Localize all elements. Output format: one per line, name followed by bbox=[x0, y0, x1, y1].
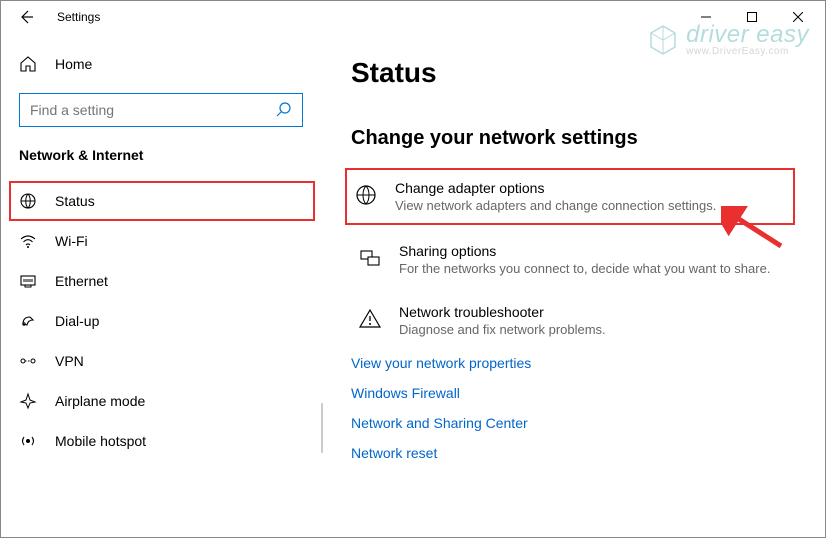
page-title: Status bbox=[351, 57, 795, 89]
window-title: Settings bbox=[57, 10, 100, 24]
option-desc: Diagnose and fix network problems. bbox=[399, 322, 606, 337]
sidebar-item-ethernet[interactable]: Ethernet bbox=[1, 261, 321, 301]
wifi-icon bbox=[19, 232, 37, 250]
link-network-reset[interactable]: Network reset bbox=[351, 445, 795, 461]
sidebar-item-label: Status bbox=[55, 193, 95, 209]
sidebar-item-label: VPN bbox=[55, 353, 84, 369]
sidebar-item-label: Ethernet bbox=[55, 273, 108, 289]
link-network-sharing-center[interactable]: Network and Sharing Center bbox=[351, 415, 795, 431]
option-change-adapter[interactable]: Change adapter options View network adap… bbox=[345, 168, 795, 225]
close-button[interactable] bbox=[775, 1, 821, 33]
minimize-button[interactable] bbox=[683, 1, 729, 33]
scroll-indicator[interactable] bbox=[321, 403, 323, 453]
option-label: Sharing options bbox=[399, 243, 770, 259]
ethernet-icon bbox=[19, 272, 37, 290]
home-nav[interactable]: Home bbox=[1, 47, 321, 81]
sidebar-item-wifi[interactable]: Wi-Fi bbox=[1, 221, 321, 261]
status-icon bbox=[19, 192, 37, 210]
sidebar-item-status[interactable]: Status bbox=[9, 181, 315, 221]
main-content: Status Change your network settings Chan… bbox=[321, 33, 825, 537]
option-sharing[interactable]: Sharing options For the networks you con… bbox=[351, 233, 795, 286]
sidebar-item-vpn[interactable]: VPN bbox=[1, 341, 321, 381]
sidebar-item-label: Dial-up bbox=[55, 313, 99, 329]
sidebar-item-label: Airplane mode bbox=[55, 393, 145, 409]
option-desc: View network adapters and change connect… bbox=[395, 198, 716, 213]
warning-icon bbox=[357, 306, 383, 332]
option-label: Network troubleshooter bbox=[399, 304, 606, 320]
link-view-properties[interactable]: View your network properties bbox=[351, 355, 795, 371]
dialup-icon bbox=[19, 312, 37, 330]
search-box[interactable] bbox=[19, 93, 303, 127]
search-icon bbox=[276, 101, 292, 120]
home-icon bbox=[19, 55, 37, 73]
option-troubleshooter[interactable]: Network troubleshooter Diagnose and fix … bbox=[351, 294, 795, 347]
search-input[interactable] bbox=[30, 102, 276, 118]
sidebar-item-hotspot[interactable]: Mobile hotspot bbox=[1, 421, 321, 461]
sidebar-item-label: Mobile hotspot bbox=[55, 433, 146, 449]
back-button[interactable] bbox=[15, 6, 37, 28]
link-windows-firewall[interactable]: Windows Firewall bbox=[351, 385, 795, 401]
maximize-button[interactable] bbox=[729, 1, 775, 33]
sidebar-item-label: Wi-Fi bbox=[55, 233, 88, 249]
home-label: Home bbox=[55, 56, 92, 72]
adapter-icon bbox=[353, 182, 379, 208]
sharing-icon bbox=[357, 245, 383, 271]
vpn-icon bbox=[19, 352, 37, 370]
hotspot-icon bbox=[19, 432, 37, 450]
sidebar-item-dialup[interactable]: Dial-up bbox=[1, 301, 321, 341]
sidebar-item-airplane[interactable]: Airplane mode bbox=[1, 381, 321, 421]
group-header: Network & Internet bbox=[1, 147, 321, 181]
section-title: Change your network settings bbox=[351, 127, 795, 150]
airplane-icon bbox=[19, 392, 37, 410]
sidebar: Home Network & Internet Status Wi-Fi bbox=[1, 33, 321, 537]
titlebar: Settings bbox=[1, 1, 825, 33]
option-label: Change adapter options bbox=[395, 180, 716, 196]
option-desc: For the networks you connect to, decide … bbox=[399, 261, 770, 276]
